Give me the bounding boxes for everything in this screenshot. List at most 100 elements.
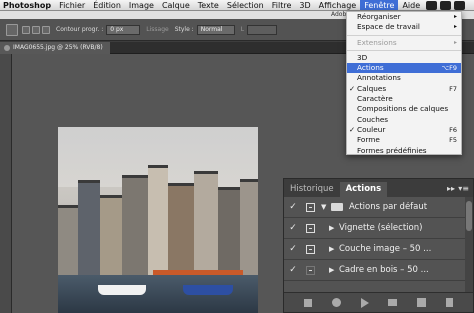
menu-item-label: Extensions <box>357 37 397 47</box>
menu-fenetre[interactable]: Fenêtre <box>360 0 399 10</box>
dialog-toggle-icon[interactable] <box>306 244 315 254</box>
expand-right-icon[interactable]: ▶ <box>329 266 339 274</box>
scrollbar-thumb[interactable] <box>466 201 472 231</box>
menu-item: Extensions ▸ <box>347 38 461 48</box>
document-tab[interactable]: IMAG0655.jpg @ 25% (RVB/8) <box>0 42 110 54</box>
menu-fichier[interactable]: Fichier <box>55 0 89 10</box>
menu-item[interactable]: Compositions de calques <box>347 104 461 114</box>
status-icon-2[interactable] <box>440 0 452 10</box>
action-set-row[interactable]: ✓ ▼ Actions par défaut <box>284 197 473 218</box>
menu-texte[interactable]: Texte <box>194 0 223 10</box>
selection-add-icon[interactable] <box>32 25 40 34</box>
menu-edition[interactable]: Édition <box>89 0 125 10</box>
action-label: Vignette (sélection) <box>339 223 423 233</box>
menu-aide[interactable]: Aide <box>398 0 424 10</box>
menu-calque[interactable]: Calque <box>158 0 194 10</box>
menu-item-label: Annotations <box>357 73 401 83</box>
toggle-check-icon[interactable]: ✓ <box>284 244 302 254</box>
lissage-checkbox[interactable]: Lissage <box>146 26 168 33</box>
panel-scrollbar[interactable] <box>465 197 473 293</box>
action-label: Cadre en bois – 50 ... <box>339 265 429 275</box>
menu-item-label: Actions <box>357 63 384 73</box>
new-set-folder-icon[interactable] <box>388 299 398 306</box>
menu-item[interactable]: Espace de travail ▸ <box>347 22 461 32</box>
menu-item[interactable]: ✓ Calques F7 <box>347 84 461 94</box>
menu-item-label: Réorganiser <box>357 12 401 21</box>
panel-footer <box>284 292 473 312</box>
selection-mode-icon[interactable] <box>22 25 30 34</box>
toggle-check-icon[interactable]: ✓ <box>284 265 302 275</box>
menu-item[interactable]: Formes prédéfinies <box>347 145 461 155</box>
menu-item-label: 3D <box>357 52 368 62</box>
menu-separator <box>347 49 461 51</box>
menu-selection[interactable]: Sélection <box>223 0 268 10</box>
dialog-toggle-icon[interactable] <box>306 202 315 212</box>
width-field[interactable] <box>247 24 278 35</box>
tools-panel <box>0 54 12 313</box>
stop-icon[interactable] <box>303 298 312 307</box>
close-icon[interactable] <box>4 44 10 51</box>
toggle-check-icon[interactable]: ✓ <box>284 223 302 233</box>
submenu-arrow-icon: ▸ <box>453 13 457 20</box>
marquee-tool-icon[interactable] <box>6 23 18 36</box>
action-label: Actions par défaut <box>349 202 428 212</box>
menu-item[interactable]: Forme F5 <box>347 135 461 145</box>
menu-item[interactable]: ✓ Couleur F6 <box>347 125 461 135</box>
menu-item-label: Formes prédéfinies <box>357 145 427 155</box>
panel-menu-icon[interactable]: ▾≡ <box>458 184 469 193</box>
submenu-arrow-icon: ▸ <box>453 38 457 46</box>
dialog-toggle-icon[interactable] <box>306 265 315 275</box>
contour-field[interactable]: 0 px <box>106 24 141 35</box>
menu-item[interactable]: 3D <box>347 53 461 63</box>
menu-item[interactable]: Couches <box>347 115 461 125</box>
image-house <box>58 205 78 275</box>
menu-item-label: Espace de travail <box>357 22 420 32</box>
trash-icon[interactable] <box>446 298 454 307</box>
window-menu: Réorganiser ▸ Espace de travail ▸ Extensions… <box>346 11 462 155</box>
status-icons <box>426 0 466 10</box>
image-house <box>218 187 240 275</box>
menu-item-label: Couches <box>357 114 389 124</box>
menu-item-label: Caractère <box>357 94 393 104</box>
menu-3d[interactable]: 3D <box>295 0 314 10</box>
menu-item[interactable]: Annotations <box>347 73 461 83</box>
menu-item[interactable]: Actions ⌥F9 <box>347 63 461 74</box>
record-icon[interactable] <box>331 298 341 307</box>
menu-app[interactable]: Photoshop <box>0 0 55 10</box>
expand-down-icon[interactable]: ▼ <box>321 203 331 211</box>
image-house <box>100 195 122 275</box>
check-icon: ✓ <box>349 83 356 93</box>
menu-shortcut: F7 <box>449 84 457 93</box>
menu-bar: Photoshop Fichier Édition Image Calque T… <box>0 0 474 11</box>
expand-right-icon[interactable]: ▶ <box>329 245 339 253</box>
new-action-icon[interactable] <box>417 298 427 307</box>
contour-label: Contour progr. : <box>56 26 104 33</box>
submenu-arrow-icon: ▸ <box>453 23 457 31</box>
menu-shortcut: F5 <box>449 136 457 145</box>
selection-subtract-icon[interactable] <box>42 25 50 34</box>
action-label: Couche image – 50 ... <box>339 244 432 254</box>
menu-shortcut: ⌥F9 <box>441 64 457 73</box>
toggle-check-icon[interactable]: ✓ <box>284 202 302 212</box>
status-icon-3[interactable] <box>454 0 466 10</box>
image-house <box>194 171 218 275</box>
style-select[interactable]: Normal <box>196 24 235 35</box>
menu-item[interactable]: Caractère <box>347 94 461 104</box>
panel-collapse-icon[interactable]: ▸▸ <box>447 184 455 193</box>
menu-affichage[interactable]: Affichage <box>315 0 361 10</box>
menu-filtre[interactable]: Filtre <box>268 0 296 10</box>
tab-historique[interactable]: Historique <box>284 182 340 197</box>
menu-image[interactable]: Image <box>125 0 158 10</box>
action-row[interactable]: ✓ ▶ Vignette (sélection) <box>284 218 473 239</box>
lissage-label: Lissage <box>146 26 169 33</box>
expand-right-icon[interactable]: ▶ <box>329 224 339 232</box>
tab-actions[interactable]: Actions <box>339 182 388 197</box>
document-tab-title: IMAG0655.jpg @ 25% (RVB/8) <box>13 44 103 51</box>
status-icon-1[interactable] <box>426 0 438 10</box>
menu-item-label: Couleur <box>357 124 386 134</box>
dialog-toggle-icon[interactable] <box>306 223 315 233</box>
action-row[interactable]: ✓ ▶ Cadre en bois – 50 ... <box>284 260 473 281</box>
play-icon[interactable] <box>360 297 369 308</box>
menu-item[interactable]: Réorganiser ▸ <box>347 12 461 22</box>
action-row[interactable]: ✓ ▶ Couche image – 50 ... <box>284 239 473 260</box>
